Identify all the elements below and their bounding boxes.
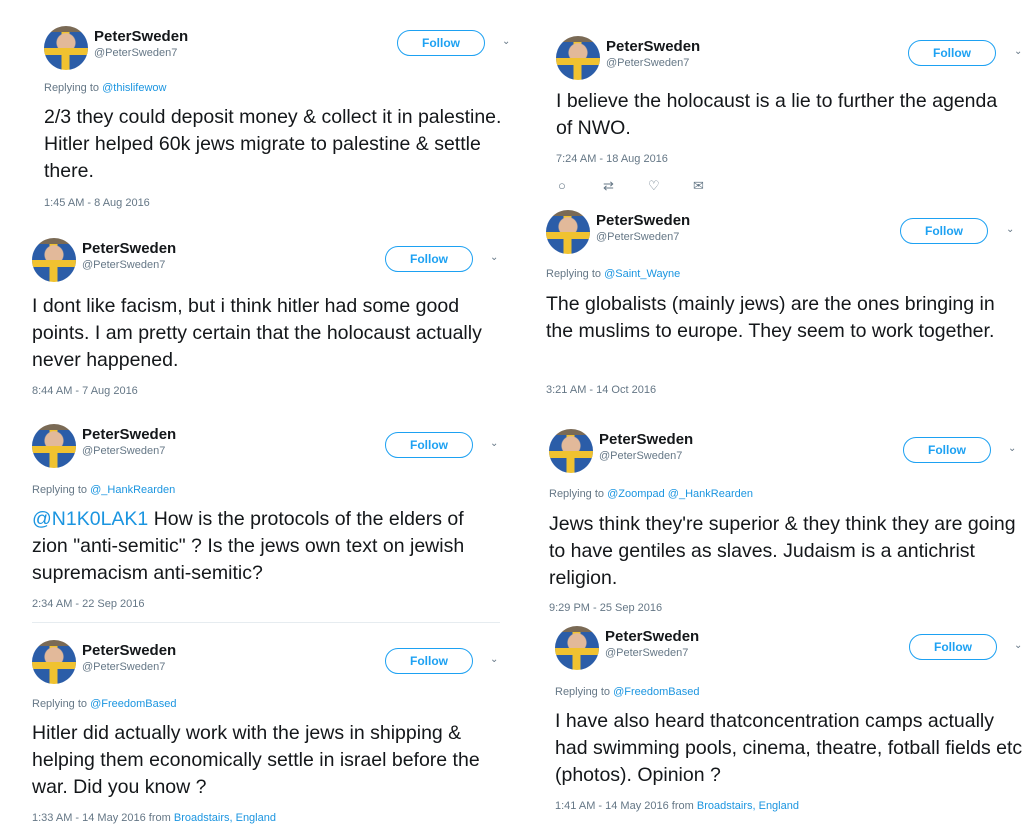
replying-to: Replying to @Saint_Wayne [546,268,680,280]
tweet-timestamp[interactable]: 7:24 AM - 18 Aug 2016 [556,153,668,165]
tweet-card: PeterSweden @PeterSweden7 Follow ⌄ Reply… [44,26,524,216]
avatar[interactable] [44,26,88,70]
tweet-text: Jews think they're superior & they think… [549,513,1016,589]
author-name[interactable]: PeterSweden [82,240,176,257]
tweet-timestamp[interactable]: 1:45 AM - 8 Aug 2016 [44,197,150,209]
chevron-down-icon[interactable]: ⌄ [502,36,510,47]
tweet-text: @N1K0LAK1 How is the protocols of the el… [32,506,502,587]
tweet-card: PeterSweden @PeterSweden7 Follow ⌄ Reply… [32,424,512,614]
tweet-text: Hitler did actually work with the jews i… [32,722,480,798]
replying-prefix: Replying to [44,82,100,94]
author-name[interactable]: PeterSweden [606,38,700,55]
author-name[interactable]: PeterSweden [599,431,693,448]
avatar[interactable] [546,210,590,254]
tweet-text: I dont like facism, but i think hitler h… [32,295,482,371]
tweet-card: PeterSweden @PeterSweden7 Follow ⌄ Reply… [549,429,1027,619]
chevron-down-icon[interactable]: ⌄ [1006,224,1014,235]
author-name[interactable]: PeterSweden [596,212,690,229]
avatar[interactable] [32,238,76,282]
follow-button[interactable]: Follow [909,634,997,660]
tweet-actions: ○ ⇄ ♡ ✉ [558,178,738,194]
tweet-card: PeterSweden @PeterSweden7 Follow ⌄ Reply… [555,626,1027,821]
follow-button[interactable]: Follow [385,246,473,272]
mention-link[interactable]: @N1K0LAK1 [32,508,148,530]
avatar[interactable] [549,429,593,473]
follow-button[interactable]: Follow [385,432,473,458]
replying-prefix: Replying to [32,698,88,710]
chevron-down-icon[interactable]: ⌄ [1014,46,1022,57]
chevron-down-icon[interactable]: ⌄ [1008,443,1016,454]
chevron-down-icon[interactable]: ⌄ [490,252,498,263]
avatar[interactable] [556,36,600,80]
replying-prefix: Replying to [549,488,605,500]
author-name[interactable]: PeterSweden [82,642,176,659]
follow-button[interactable]: Follow [397,30,485,56]
tweet-time-text: 1:33 AM - 14 May 2016 from [32,812,171,824]
author-handle[interactable]: @PeterSweden7 [606,57,689,69]
author-handle[interactable]: @PeterSweden7 [605,647,688,659]
follow-button[interactable]: Follow [385,648,473,674]
avatar[interactable] [555,626,599,670]
author-handle[interactable]: @PeterSweden7 [596,231,679,243]
reply-mention-link[interactable]: @Saint_Wayne [604,268,680,280]
tweet-timestamp[interactable]: 9:29 PM - 25 Sep 2016 [549,602,662,614]
tweet-card: PeterSweden @PeterSweden7 Follow ⌄ I don… [32,238,512,408]
chevron-down-icon[interactable]: ⌄ [1014,640,1022,651]
retweet-icon[interactable]: ⇄ [603,178,648,194]
avatar[interactable] [32,424,76,468]
reply-mention-link[interactable]: @FreedomBased [613,686,699,698]
chevron-down-icon[interactable]: ⌄ [490,654,498,665]
author-name[interactable]: PeterSweden [605,628,699,645]
tweet-card: PeterSweden @PeterSweden7 Follow ⌄ I bel… [556,36,1026,206]
tweet-timestamp[interactable]: 8:44 AM - 7 Aug 2016 [32,385,138,397]
author-name[interactable]: PeterSweden [94,28,188,45]
replying-to: Replying to @Zoompad @_HankRearden [549,488,753,500]
author-handle[interactable]: @PeterSweden7 [82,259,165,271]
follow-button[interactable]: Follow [908,40,996,66]
message-icon[interactable]: ✉ [693,178,738,194]
replying-to: Replying to @FreedomBased [555,686,699,698]
chevron-down-icon[interactable]: ⌄ [490,438,498,449]
author-handle[interactable]: @PeterSweden7 [82,661,165,673]
replying-prefix: Replying to [32,484,88,496]
tweet-timestamp[interactable]: 1:33 AM - 14 May 2016 from Broadstairs, … [32,812,276,824]
tweet-text: I have also heard thatconcentration camp… [555,710,1023,786]
tweet-text: 2/3 they could deposit money & collect i… [44,106,502,182]
location-link[interactable]: Broadstairs, England [174,812,276,824]
follow-button[interactable]: Follow [900,218,988,244]
reply-mention-link[interactable]: @FreedomBased [90,698,176,710]
tweet-timestamp[interactable]: 2:34 AM - 22 Sep 2016 [32,598,145,610]
tweet-timestamp[interactable]: 3:21 AM - 14 Oct 2016 [546,384,656,396]
replying-prefix: Replying to [555,686,611,698]
tweet-timestamp[interactable]: 1:41 AM - 14 May 2016 from Broadstairs, … [555,800,799,812]
reply-icon[interactable]: ○ [558,178,603,194]
reply-mention-link[interactable]: @_HankRearden [90,484,175,496]
avatar[interactable] [32,640,76,684]
author-handle[interactable]: @PeterSweden7 [599,450,682,462]
divider [32,622,500,623]
follow-button[interactable]: Follow [903,437,991,463]
author-handle[interactable]: @PeterSweden7 [94,47,177,59]
tweet-text: I believe the holocaust is a lie to furt… [556,90,998,139]
like-icon[interactable]: ♡ [648,178,693,194]
tweet-time-text: 1:41 AM - 14 May 2016 from [555,800,694,812]
replying-prefix: Replying to [546,268,602,280]
replying-to: Replying to @_HankRearden [32,484,175,496]
replying-to: Replying to @thislifewow [44,82,166,94]
tweet-card: PeterSweden @PeterSweden7 Follow ⌄ Reply… [546,210,1026,400]
reply-mention-link[interactable]: @thislifewow [102,82,166,94]
reply-mention-link[interactable]: @Zoompad @_HankRearden [607,488,753,500]
author-name[interactable]: PeterSweden [82,426,176,443]
tweet-text: The globalists (mainly jews) are the one… [546,293,995,342]
replying-to: Replying to @FreedomBased [32,698,176,710]
location-link[interactable]: Broadstairs, England [697,800,799,812]
author-handle[interactable]: @PeterSweden7 [82,445,165,457]
tweet-card: PeterSweden @PeterSweden7 Follow ⌄ Reply… [32,640,512,830]
